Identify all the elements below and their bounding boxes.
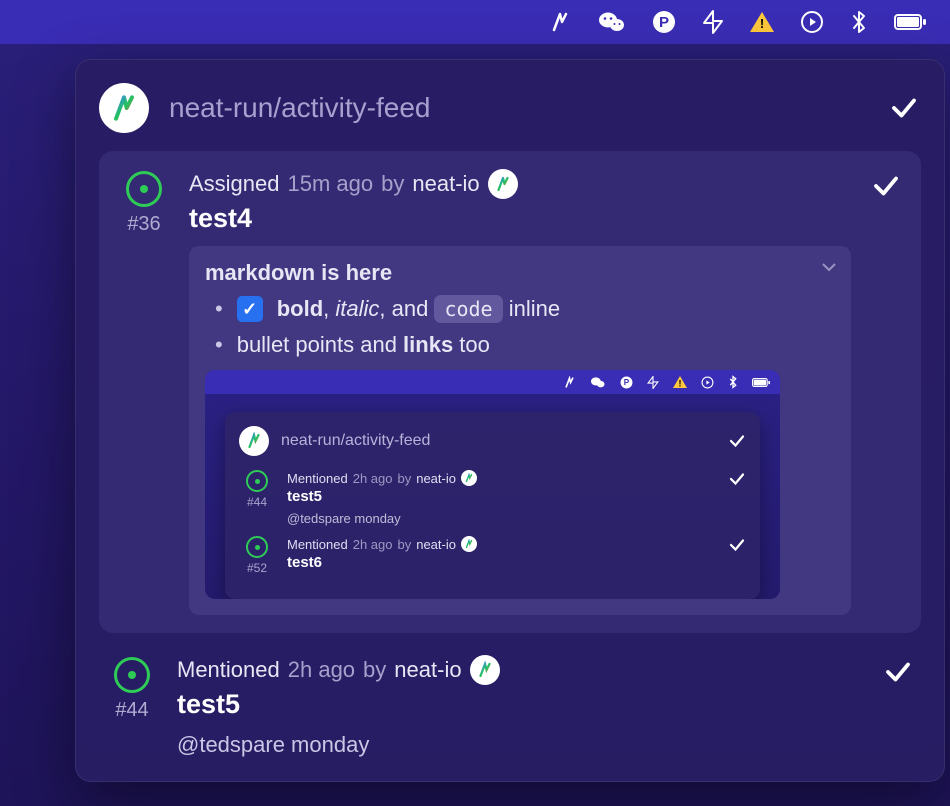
- battery-icon[interactable]: [894, 14, 926, 30]
- author-avatar: [488, 169, 518, 199]
- wechat-icon: [590, 376, 606, 389]
- neat-icon[interactable]: [548, 10, 572, 34]
- links-text: links: [403, 332, 453, 357]
- comment-text: @tedspare monday: [287, 511, 716, 526]
- activity-item: #52 Mentioned 2h ago by neat-io: [239, 536, 746, 575]
- author-avatar: [461, 536, 477, 552]
- time-ago: 2h ago: [288, 657, 355, 683]
- embedded-screenshot: P ! neat-run/act: [205, 370, 780, 599]
- activity-item: #44 Mentioned 2h ago by neat-io: [239, 470, 746, 526]
- open-issue-icon: [114, 657, 150, 693]
- activity-item[interactable]: #36 Assigned 15m ago by neat-io test4 ma…: [99, 151, 921, 633]
- mark-read-button[interactable]: [881, 655, 915, 689]
- author-name: neat-io: [394, 657, 461, 683]
- bold-text: bold: [277, 296, 323, 321]
- open-issue-icon: [126, 171, 162, 207]
- collapse-caret-icon[interactable]: [821, 262, 837, 272]
- activity-meta: Assigned 15m ago by neat-io: [189, 169, 851, 199]
- markdown-heading: markdown is here: [205, 260, 835, 286]
- issue-title: test6: [287, 554, 716, 571]
- bullet-dot: •: [215, 298, 223, 320]
- repo-title: neat-run/activity-feed: [281, 432, 716, 450]
- time-ago: 15m ago: [288, 171, 374, 197]
- neat-icon: [563, 376, 576, 389]
- issue-number: #44: [247, 495, 267, 509]
- issue-badge: #36: [117, 169, 171, 236]
- repo-title[interactable]: neat-run/activity-feed: [169, 92, 867, 124]
- macos-menubar: P !: [0, 0, 950, 44]
- italic-text: italic: [335, 296, 379, 321]
- supabase-icon[interactable]: [702, 10, 724, 34]
- play-circle-icon: [701, 376, 714, 389]
- panel-header: neat-run/activity-feed: [99, 83, 921, 133]
- play-circle-icon[interactable]: [800, 10, 824, 34]
- issue-badge: #44: [105, 655, 159, 722]
- p-circle-icon[interactable]: P: [652, 10, 676, 34]
- markdown-bullet: • ✓ bold, italic, and code inline: [215, 296, 835, 322]
- supabase-icon: [647, 376, 659, 389]
- issue-number: #44: [115, 699, 148, 722]
- markdown-bullet: • bullet points and links too: [215, 332, 835, 358]
- issue-title: test4: [189, 203, 851, 234]
- markdown-body: markdown is here • ✓ bold, italic, and c…: [189, 246, 851, 615]
- mark-read-button: [728, 470, 746, 488]
- code-text: code: [434, 295, 502, 323]
- activity-feed-panel: neat-run/activity-feed #36 Assigned 15m …: [75, 59, 945, 782]
- action-label: Mentioned: [177, 657, 280, 683]
- open-issue-icon: [246, 536, 268, 558]
- by-label: by: [363, 657, 386, 683]
- bullet-dot: •: [215, 334, 223, 356]
- bluetooth-icon[interactable]: [850, 9, 868, 35]
- issue-number: #36: [127, 213, 160, 236]
- mark-all-read-button: [728, 432, 746, 450]
- embed-panel: neat-run/activity-feed #44: [225, 412, 760, 599]
- battery-icon: [752, 378, 770, 387]
- repo-avatar: [239, 426, 269, 456]
- action-label: Assigned: [189, 171, 280, 197]
- repo-avatar: [99, 83, 149, 133]
- bluetooth-icon: [728, 375, 738, 389]
- issue-title: test5: [287, 488, 716, 505]
- issue-number: #52: [247, 561, 267, 575]
- warning-icon: !: [673, 376, 687, 388]
- svg-text:P: P: [624, 378, 630, 387]
- wechat-icon[interactable]: [598, 10, 626, 34]
- issue-title: test5: [177, 689, 863, 720]
- author-avatar: [461, 470, 477, 486]
- author-avatar: [470, 655, 500, 685]
- mark-read-button[interactable]: [869, 169, 903, 203]
- by-label: by: [381, 171, 404, 197]
- comment-text: @tedspare monday: [177, 732, 863, 758]
- mark-read-button: [728, 536, 746, 554]
- svg-text:P: P: [659, 14, 669, 31]
- svg-text:!: !: [679, 379, 682, 389]
- checkbox-checked-icon[interactable]: ✓: [237, 296, 263, 322]
- warning-icon[interactable]: !: [750, 12, 774, 32]
- author-name: neat-io: [412, 171, 479, 197]
- activity-item[interactable]: #44 Mentioned 2h ago by neat-io test5 @t…: [99, 647, 921, 758]
- open-issue-icon: [246, 470, 268, 492]
- p-circle-icon: P: [620, 376, 633, 389]
- mark-all-read-button[interactable]: [887, 91, 921, 125]
- embed-menubar: P !: [205, 370, 780, 394]
- activity-meta: Mentioned 2h ago by neat-io: [177, 655, 863, 685]
